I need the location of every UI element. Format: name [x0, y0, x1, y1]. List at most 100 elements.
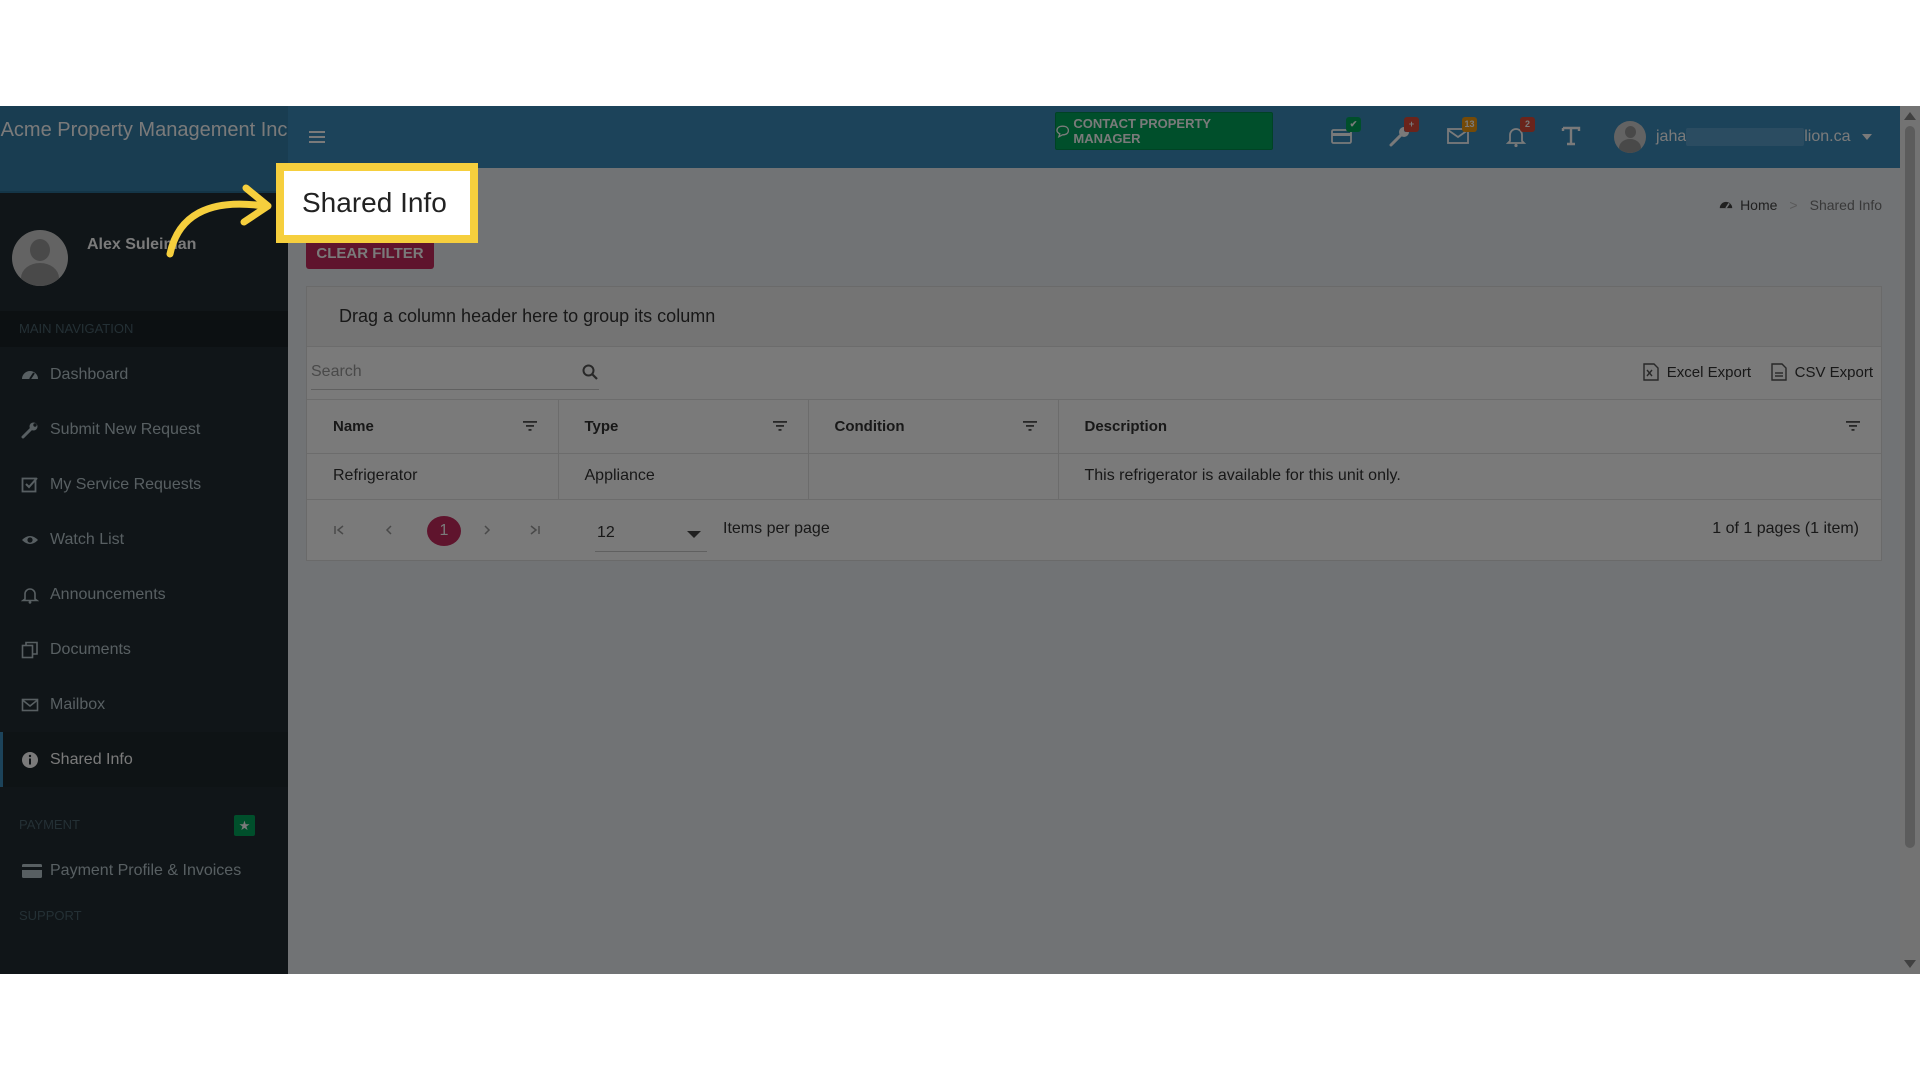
- pager: 1 12 Items per page 1 of 1 pages (1 item…: [307, 500, 1881, 561]
- caret-down-icon: [687, 530, 701, 538]
- mail-count-badge: 13: [1462, 117, 1477, 132]
- sidebar-item-submit-new-request[interactable]: Submit New Request: [0, 402, 288, 457]
- grid-toolbar: Excel Export CSV Export: [307, 347, 1881, 400]
- cell-description: This refrigerator is available for this …: [1058, 453, 1881, 500]
- column-header-type[interactable]: Type: [558, 400, 809, 454]
- excel-file-icon: [1643, 363, 1659, 381]
- sidebar-item-documents[interactable]: Documents: [0, 622, 288, 677]
- text-size-icon: [1561, 126, 1581, 146]
- sidebar-item-label: Announcements: [50, 586, 166, 603]
- caret-down-icon: [1861, 134, 1872, 140]
- checkbox-icon: [21, 477, 38, 493]
- sidebar-item-watch-list[interactable]: Watch List: [0, 512, 288, 567]
- scroll-thumb[interactable]: [1905, 126, 1915, 848]
- comment-icon: [1056, 125, 1070, 138]
- pointer-arrow-icon: [166, 184, 272, 258]
- sidebar-item-shared-info[interactable]: Shared Info: [0, 732, 288, 787]
- plus-badge: +: [1404, 117, 1419, 132]
- first-page-button[interactable]: [327, 518, 351, 542]
- sidebar-item-dashboard[interactable]: Dashboard: [0, 347, 288, 402]
- sidebar-item-label: Submit New Request: [50, 421, 201, 438]
- cell-type: Appliance: [558, 453, 809, 500]
- font-size-nav-button[interactable]: [1559, 124, 1583, 148]
- chevron-right-icon: [484, 524, 491, 535]
- next-page-button[interactable]: [475, 518, 499, 542]
- star-icon: ★: [234, 815, 255, 836]
- excel-export-button[interactable]: Excel Export: [1643, 363, 1751, 381]
- first-page-icon: [334, 524, 344, 535]
- cell-condition: [808, 453, 1059, 500]
- info-icon: [22, 752, 38, 768]
- group-by-panel[interactable]: Drag a column header here to group its c…: [307, 287, 1881, 347]
- data-table: Name Type Condition Description Refriger…: [307, 400, 1881, 500]
- sidebar-item-label: My Service Requests: [50, 476, 202, 493]
- dashboard-icon: [1719, 201, 1733, 209]
- bell-icon: [21, 588, 39, 604]
- page-number-button[interactable]: 1: [427, 515, 461, 546]
- payment-nav-button[interactable]: ✔: [1330, 117, 1361, 148]
- hamburger-menu-icon[interactable]: [306, 126, 328, 148]
- excel-export-label: Excel Export: [1666, 363, 1751, 381]
- sidebar-item-label: Mailbox: [50, 696, 106, 713]
- sidebar-item-announcements[interactable]: Announcements: [0, 567, 288, 622]
- breadcrumb-current: Shared Info: [1809, 197, 1882, 213]
- page-size-select[interactable]: 12: [595, 514, 707, 552]
- payment-header: PAYMENT ★: [0, 807, 288, 843]
- sidebar-item-label: Shared Info: [50, 751, 133, 768]
- filter-icon[interactable]: [772, 418, 788, 434]
- notification-count-badge: 2: [1520, 117, 1535, 132]
- eye-icon: [22, 536, 38, 544]
- sidebar-item-label: Documents: [50, 641, 131, 658]
- previous-page-button[interactable]: [377, 518, 401, 542]
- service-request-nav-button[interactable]: +: [1388, 117, 1419, 148]
- callout-text: Shared Info: [302, 187, 447, 218]
- column-header-description[interactable]: Description: [1058, 400, 1881, 454]
- last-page-button[interactable]: [523, 518, 547, 542]
- filter-icon[interactable]: [1022, 418, 1038, 434]
- table-header-row: Name Type Condition Description: [307, 400, 1881, 454]
- shared-info-callout: Shared Info: [276, 163, 478, 243]
- column-header-condition[interactable]: Condition: [808, 400, 1059, 454]
- sidebar-item-label: Payment Profile & Invoices: [50, 862, 242, 879]
- cell-name: Refrigerator: [307, 453, 559, 500]
- scroll-down-icon[interactable]: [1904, 960, 1916, 968]
- sidebar-item-label: Dashboard: [50, 366, 129, 383]
- chevron-left-icon: [385, 524, 392, 535]
- shared-info-grid: Drag a column header here to group its c…: [306, 286, 1882, 561]
- sidebar-item-mailbox[interactable]: Mailbox: [0, 677, 288, 732]
- filter-icon[interactable]: [522, 418, 538, 434]
- credit-card-icon: [22, 864, 42, 878]
- mail-nav-button[interactable]: 13: [1446, 117, 1477, 148]
- dashboard-icon: [22, 371, 38, 380]
- envelope-icon: [21, 698, 39, 712]
- filter-icon[interactable]: [1845, 418, 1861, 434]
- search-input[interactable]: [311, 356, 561, 388]
- wrench-icon: [21, 422, 38, 439]
- breadcrumb-home-link[interactable]: Home: [1740, 197, 1777, 213]
- sidebar-item-payment-profile[interactable]: Payment Profile & Invoices: [0, 843, 288, 898]
- sidebar-item-label: Watch List: [50, 531, 125, 548]
- avatar: [12, 230, 68, 286]
- items-per-page-label: Items per page: [723, 519, 830, 537]
- csv-file-icon: [1770, 363, 1787, 381]
- sidebar-item-my-service-requests[interactable]: My Service Requests: [0, 457, 288, 512]
- scrollbar[interactable]: [1900, 106, 1920, 974]
- avatar: [1614, 121, 1646, 153]
- last-page-icon: [530, 524, 540, 535]
- table-row[interactable]: Refrigerator Appliance This refrigerator…: [307, 453, 1881, 500]
- contact-property-manager-button[interactable]: CONTACT PROPERTY MANAGER: [1055, 112, 1273, 150]
- notifications-nav-button[interactable]: 2: [1504, 117, 1535, 148]
- main-navigation-header: MAIN NAVIGATION: [0, 311, 288, 347]
- csv-export-label: CSV Export: [1794, 363, 1873, 381]
- contact-label: CONTACT PROPERTY MANAGER: [1073, 116, 1211, 146]
- user-menu[interactable]: jaha lion.ca: [1614, 120, 1873, 154]
- check-badge: ✔: [1346, 117, 1361, 132]
- scroll-up-icon[interactable]: [1904, 112, 1916, 120]
- search-icon[interactable]: [581, 363, 599, 381]
- column-header-name[interactable]: Name: [307, 400, 559, 454]
- main-content: Home > Shared Info CLEAR FILTER Drag a c…: [288, 168, 1900, 974]
- page-info: 1 of 1 pages (1 item): [1712, 519, 1859, 537]
- breadcrumb: Home > Shared Info: [1718, 197, 1882, 213]
- support-header: SUPPORT: [0, 898, 288, 934]
- csv-export-button[interactable]: CSV Export: [1770, 363, 1873, 381]
